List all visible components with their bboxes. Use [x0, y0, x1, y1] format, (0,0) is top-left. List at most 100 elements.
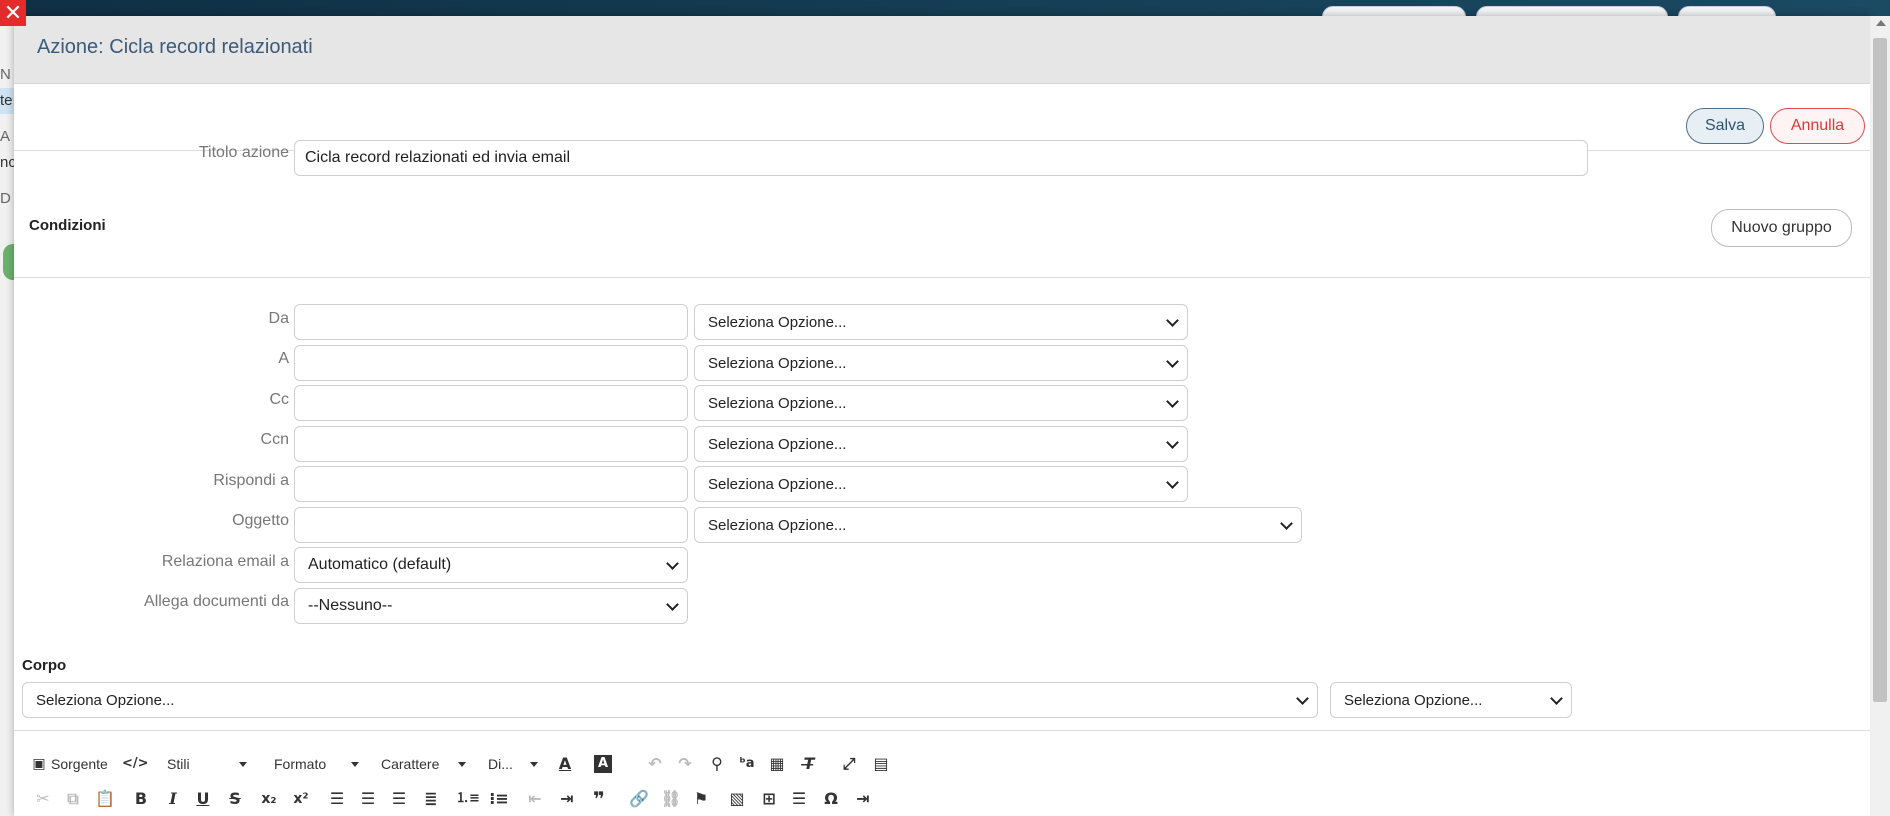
action-modal: Azione: Cicla record relazionati Salva A…	[14, 16, 1870, 816]
background-avatar	[3, 244, 14, 280]
scroll-up-arrow-icon[interactable]	[1876, 20, 1886, 26]
dropdown-label: Di...	[488, 756, 513, 772]
relaziona-label: Relaziona email a	[161, 553, 289, 570]
a-input[interactable]	[294, 345, 688, 381]
format-dropdown[interactable]: Formato	[274, 753, 359, 775]
allega-select[interactable]: --Nessuno--	[294, 588, 688, 624]
background-text: N	[0, 66, 11, 83]
styles-dropdown[interactable]: Stili	[167, 753, 247, 775]
background-color-icon[interactable]: A	[594, 755, 612, 773]
chevron-down-icon	[1550, 692, 1563, 705]
rispondi-select[interactable]: Seleziona Opzione...	[694, 466, 1188, 502]
corpo-title: Corpo	[22, 657, 67, 674]
save-button[interactable]: Salva	[1686, 108, 1764, 144]
show-blocks-icon[interactable]: ▤	[870, 753, 892, 775]
select-value: Automatico (default)	[308, 556, 452, 573]
remove-format-icon[interactable]: T̶	[798, 753, 820, 775]
relaziona-select[interactable]: Automatico (default)	[294, 547, 688, 583]
cut-icon[interactable]: ✂	[32, 788, 54, 810]
dropdown-label: Formato	[274, 756, 327, 772]
italic-icon[interactable]: I	[162, 788, 184, 810]
da-input[interactable]	[294, 304, 688, 340]
corpo-select-1[interactable]: Seleziona Opzione...	[22, 682, 1318, 718]
new-group-button[interactable]: Nuovo gruppo	[1711, 209, 1852, 247]
strikethrough-icon[interactable]: S	[224, 788, 246, 810]
chevron-down-icon	[1166, 314, 1179, 327]
table-icon[interactable]: ⊞	[758, 788, 780, 810]
horizontal-line-icon[interactable]: ☰	[788, 788, 810, 810]
anchor-flag-icon[interactable]: ⚑	[690, 788, 712, 810]
paste-icon[interactable]: 📋	[94, 788, 116, 810]
chevron-down-icon	[666, 598, 679, 611]
subscript-icon[interactable]: x₂	[258, 788, 280, 810]
chevron-down-icon	[1166, 395, 1179, 408]
link-icon[interactable]: 🔗	[628, 788, 650, 810]
cc-select[interactable]: Seleziona Opzione...	[694, 385, 1188, 421]
font-dropdown[interactable]: Carattere	[381, 753, 466, 775]
modal-header: Azione: Cicla record relazionati	[14, 16, 1870, 84]
outdent-icon[interactable]: ⇤	[524, 788, 546, 810]
undo-icon[interactable]: ↶	[644, 753, 666, 775]
chevron-down-icon	[666, 557, 679, 570]
maximize-icon[interactable]: ⤢	[838, 753, 860, 775]
field-label-da: Da	[268, 310, 289, 327]
align-left-icon[interactable]: ☰	[326, 788, 348, 810]
special-char-icon[interactable]: Ω	[820, 788, 842, 810]
cc-input[interactable]	[294, 385, 688, 421]
blockquote-icon[interactable]: ❞	[588, 788, 610, 810]
select-all-icon[interactable]: ▦	[766, 753, 788, 775]
a-select[interactable]: Seleziona Opzione...	[694, 345, 1188, 381]
close-modal-button[interactable]: ✕	[0, 0, 26, 26]
superscript-icon[interactable]: x²	[290, 788, 312, 810]
titolo-input[interactable]: Cicla record relazionati ed invia email	[294, 140, 1588, 176]
scrollbar-thumb[interactable]	[1873, 38, 1887, 702]
rispondi-input[interactable]	[294, 466, 688, 502]
field-label-oggetto: Oggetto	[232, 512, 289, 529]
justify-icon[interactable]: ≣	[420, 788, 442, 810]
image-icon[interactable]: ▧	[726, 788, 748, 810]
ccn-select[interactable]: Seleziona Opzione...	[694, 426, 1188, 462]
indent-icon[interactable]: ⇥	[556, 788, 578, 810]
select-value: Seleziona Opzione...	[708, 516, 847, 534]
page-break-icon[interactable]: ⇥	[852, 788, 874, 810]
align-right-icon[interactable]: ☰	[388, 788, 410, 810]
bulleted-list-icon[interactable]: ⁝≡	[488, 788, 510, 810]
corpo-select-2[interactable]: Seleziona Opzione...	[1330, 682, 1572, 718]
titolo-label: Titolo azione	[198, 144, 289, 161]
code-icon[interactable]: </>	[122, 753, 149, 775]
field-label-rispondi: Rispondi a	[213, 472, 289, 489]
select-value: Seleziona Opzione...	[708, 435, 847, 453]
background-text: A	[0, 128, 11, 145]
background-text: D	[0, 190, 11, 207]
section-divider	[14, 277, 1870, 278]
redo-icon[interactable]: ↷	[674, 753, 696, 775]
unlink-icon[interactable]: ⛓	[660, 788, 682, 810]
select-value: Seleziona Opzione...	[708, 475, 847, 493]
ccn-input[interactable]	[294, 426, 688, 462]
select-value: Seleziona Opzione...	[708, 394, 847, 412]
copy-icon[interactable]: ⧉	[62, 788, 84, 810]
font-size-dropdown[interactable]: Di...	[488, 753, 538, 775]
oggetto-input[interactable]	[294, 507, 688, 543]
da-select[interactable]: Seleziona Opzione...	[694, 304, 1188, 340]
background-text: te	[0, 92, 13, 109]
search-icon[interactable]: ⚲	[706, 753, 728, 775]
cancel-button[interactable]: Annulla	[1770, 108, 1865, 144]
editor-toolbar: ▣ Sorgente </> Stili Formato Carattere D…	[14, 730, 1870, 816]
text-color-icon[interactable]: A	[554, 753, 576, 775]
dropdown-label: Carattere	[381, 756, 440, 772]
chevron-down-icon	[1166, 476, 1179, 489]
underline-icon[interactable]: U	[192, 788, 214, 810]
field-label-cc: Cc	[269, 391, 289, 408]
field-label-ccn: Ccn	[260, 431, 289, 448]
align-center-icon[interactable]: ☰	[357, 788, 379, 810]
numbered-list-icon[interactable]: ⒈≡	[456, 788, 480, 810]
replace-icon[interactable]: ᵇa	[736, 753, 758, 775]
modal-title: Azione: Cicla record relazionati	[37, 36, 313, 58]
oggetto-select[interactable]: Seleziona Opzione...	[694, 507, 1302, 543]
background-text: nc	[0, 154, 14, 171]
source-button[interactable]: Sorgente	[51, 753, 108, 775]
select-value: Seleziona Opzione...	[1344, 691, 1483, 709]
chevron-down-icon	[1296, 692, 1309, 705]
bold-icon[interactable]: B	[130, 788, 152, 810]
